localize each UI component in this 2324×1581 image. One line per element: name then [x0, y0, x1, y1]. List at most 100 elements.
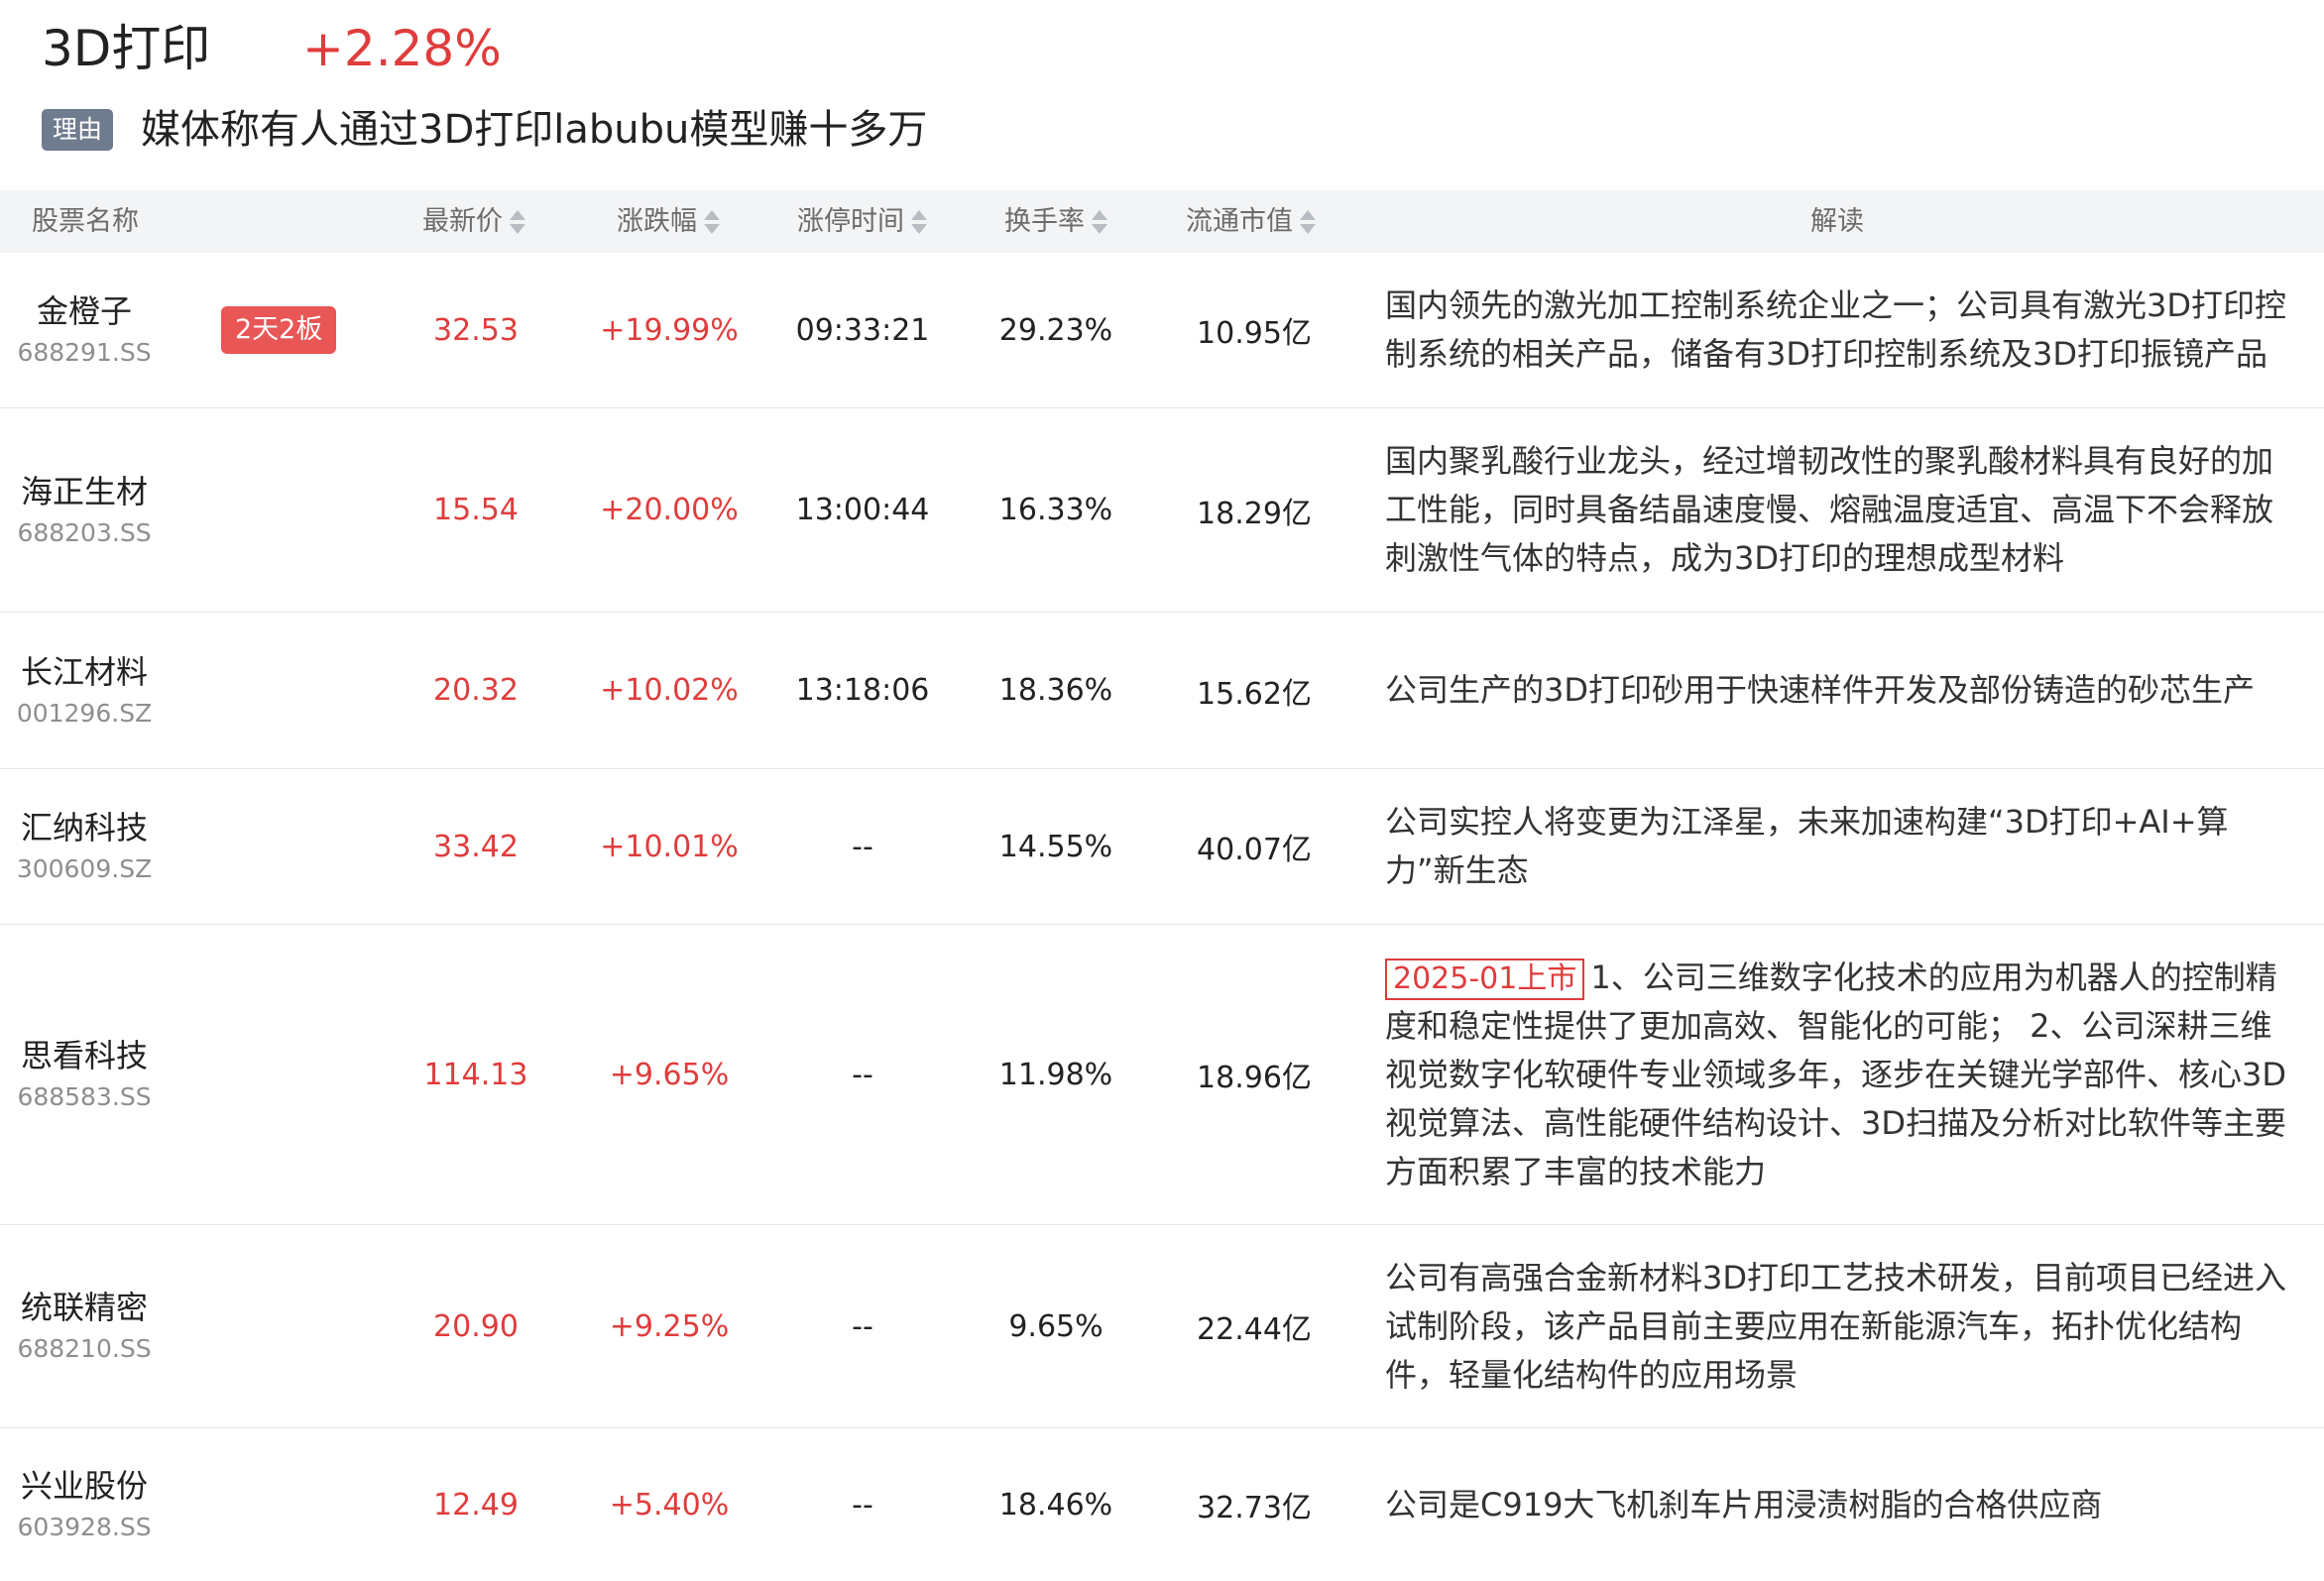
col-header-price-label: 最新价: [422, 206, 503, 237]
limit-time-cell: 13:18:06: [795, 673, 930, 708]
sector-title: 3D打印: [42, 20, 211, 77]
stock-code: 688291.SS: [17, 338, 152, 367]
float-cap-cell: 10.95亿: [1197, 316, 1312, 351]
col-header-price[interactable]: 最新价: [422, 190, 526, 253]
stock-code: 688210.SS: [17, 1334, 152, 1363]
turnover-cell: 18.46%: [998, 1487, 1113, 1523]
change-cell: +20.00%: [600, 493, 739, 527]
col-header-interp-label: 解读: [1810, 206, 1864, 237]
listing-date-tag: 2025-01上市: [1385, 958, 1585, 1000]
change-cell: +9.65%: [609, 1057, 730, 1092]
stock-name[interactable]: 金橙子: [37, 288, 132, 334]
sector-header: 3D打印 +2.28% 理由 媒体称有人通过3D打印labubu模型赚十多万: [0, 0, 2324, 188]
interp-cell: 公司有高强合金新材料3D打印工艺技术研发，目前项目已经进入试制阶段，该产品目前主…: [1385, 1225, 2297, 1427]
price-cell: 12.49: [433, 1487, 519, 1523]
sort-icon[interactable]: [1299, 207, 1317, 237]
col-header-change-label: 涨跌幅: [617, 206, 697, 237]
float-cap-cell: 18.29亿: [1197, 496, 1312, 531]
interp-cell: 公司生产的3D打印砂用于快速样件开发及部份铸造的砂芯生产: [1385, 613, 2297, 768]
col-header-name-label: 股票名称: [32, 206, 139, 237]
stock-code: 001296.SZ: [16, 698, 153, 728]
stock-table: 股票名称 最新价 涨跌幅 涨停时间 换手率 流通市值 解读 金橙子 688291…: [0, 190, 2324, 1581]
float-cap-cell: 18.96亿: [1197, 1061, 1312, 1095]
col-header-turnover[interactable]: 换手率: [1004, 190, 1108, 253]
change-cell: +10.02%: [600, 673, 739, 708]
change-cell: +9.25%: [609, 1308, 730, 1344]
stock-name[interactable]: 长江材料: [21, 649, 148, 695]
stock-code: 603928.SS: [17, 1513, 152, 1541]
sort-icon[interactable]: [703, 207, 721, 237]
limit-time-cell: --: [852, 1487, 873, 1523]
col-header-limit-time-label: 涨停时间: [797, 206, 904, 237]
turnover-cell: 16.33%: [998, 493, 1113, 527]
sort-icon[interactable]: [910, 207, 928, 237]
price-cell: 20.90: [433, 1308, 519, 1344]
change-cell: +10.01%: [600, 829, 739, 864]
interp-text: 2025-01上市 1、公司三维数字化技术的应用为机器人的控制精度和稳定性提供了更…: [1385, 954, 2297, 1196]
turnover-cell: 18.36%: [998, 673, 1113, 708]
limit-time-cell: --: [852, 829, 873, 864]
stock-code: 688203.SS: [17, 517, 152, 547]
stock-name-cell[interactable]: 汇纳科技 300609.SZ: [16, 769, 153, 924]
interp-text: 公司实控人将变更为江泽星，未来加速构建“3D打印+AI+算力”新生态: [1385, 803, 2229, 889]
limit-time-cell: 13:00:44: [795, 493, 930, 527]
col-header-name: 股票名称: [32, 190, 139, 253]
stock-name-cell[interactable]: 长江材料 001296.SZ: [16, 613, 153, 768]
col-header-interp: 解读: [1810, 190, 1864, 253]
change-cell: +5.40%: [609, 1487, 730, 1523]
turnover-cell: 11.98%: [998, 1057, 1113, 1092]
stock-name-cell[interactable]: 兴业股份 603928.SS: [17, 1428, 152, 1581]
turnover-cell: 14.55%: [998, 829, 1113, 864]
table-row[interactable]: 统联精密 688210.SS 20.90 +9.25% -- 9.65% 22.…: [0, 1225, 2324, 1428]
stock-code: 300609.SZ: [16, 854, 153, 883]
float-cap-cell: 32.73亿: [1197, 1491, 1312, 1525]
sector-change: +2.28%: [302, 20, 502, 77]
stock-code: 688583.SS: [17, 1082, 152, 1111]
price-cell: 20.32: [433, 673, 519, 708]
interp-text: 国内聚乳酸行业龙头，经过增韧改性的聚乳酸材料具有良好的加工性能，同时具备结晶速度…: [1385, 442, 2274, 577]
interp-cell: 国内领先的激光加工控制系统企业之一；公司具有激光3D打印控制系统的相关产品，储备…: [1385, 253, 2297, 407]
col-header-change[interactable]: 涨跌幅: [617, 190, 721, 253]
table-row[interactable]: 兴业股份 603928.SS 12.49 +5.40% -- 18.46% 32…: [0, 1428, 2324, 1581]
price-cell: 15.54: [433, 493, 519, 527]
float-cap-cell: 22.44亿: [1197, 1312, 1312, 1347]
float-cap-cell: 40.07亿: [1197, 833, 1312, 867]
interp-cell: 国内聚乳酸行业龙头，经过增韧改性的聚乳酸材料具有良好的加工性能，同时具备结晶速度…: [1385, 408, 2297, 612]
interp-cell: 2025-01上市 1、公司三维数字化技术的应用为机器人的控制精度和稳定性提供了更…: [1385, 925, 2297, 1224]
limit-time-cell: --: [852, 1308, 873, 1344]
float-cap-cell: 15.62亿: [1197, 676, 1312, 712]
table-row[interactable]: 长江材料 001296.SZ 20.32 +10.02% 13:18:06 18…: [0, 613, 2324, 769]
turnover-cell: 9.65%: [1008, 1308, 1104, 1344]
reason-badge: 理由: [42, 109, 113, 151]
sort-icon[interactable]: [509, 207, 526, 237]
interp-cell: 公司实控人将变更为江泽星，未来加速构建“3D打印+AI+算力”新生态: [1385, 769, 2297, 924]
interp-text: 公司是C919大飞机刹车片用浸渍树脂的合格供应商: [1385, 1485, 2103, 1524]
stock-name[interactable]: 海正生材: [21, 469, 148, 514]
reason-text: 媒体称有人通过3D打印labubu模型赚十多万: [141, 107, 928, 153]
stock-name[interactable]: 统联精密: [21, 1285, 148, 1330]
interp-text: 公司生产的3D打印砂用于快速样件开发及部份铸造的砂芯生产: [1385, 671, 2256, 709]
limit-streak-badge: 2天2板: [221, 306, 337, 354]
change-cell: +19.99%: [600, 312, 739, 348]
interp-cell: 公司是C919大飞机刹车片用浸渍树脂的合格供应商: [1385, 1428, 2297, 1581]
col-header-limit-time[interactable]: 涨停时间: [797, 190, 928, 253]
table-header: 股票名称 最新价 涨跌幅 涨停时间 换手率 流通市值 解读: [0, 190, 2324, 253]
price-cell: 32.53: [433, 312, 519, 348]
stock-name-cell[interactable]: 统联精密 688210.SS: [17, 1225, 152, 1427]
stock-name-cell[interactable]: 思看科技 688583.SS: [17, 925, 152, 1224]
table-row[interactable]: 汇纳科技 300609.SZ 33.42 +10.01% -- 14.55% 4…: [0, 769, 2324, 925]
table-row[interactable]: 思看科技 688583.SS 114.13 +9.65% -- 11.98% 1…: [0, 925, 2324, 1225]
sort-icon[interactable]: [1091, 207, 1108, 237]
interp-text: 国内领先的激光加工控制系统企业之一；公司具有激光3D打印控制系统的相关产品，储备…: [1385, 286, 2287, 373]
stock-name[interactable]: 兴业股份: [21, 1463, 148, 1509]
col-header-float-cap[interactable]: 流通市值: [1186, 190, 1317, 253]
stock-name-cell[interactable]: 海正生材 688203.SS: [17, 408, 152, 612]
stock-name-cell[interactable]: 金橙子 688291.SS: [17, 253, 152, 407]
stock-name[interactable]: 汇纳科技: [21, 805, 148, 850]
limit-time-cell: --: [852, 1057, 873, 1092]
stock-name[interactable]: 思看科技: [21, 1033, 148, 1078]
price-cell: 33.42: [433, 829, 519, 864]
table-row[interactable]: 海正生材 688203.SS 15.54 +20.00% 13:00:44 16…: [0, 408, 2324, 613]
price-cell: 114.13: [423, 1057, 528, 1092]
table-row[interactable]: 金橙子 688291.SS 2天2板 32.53 +19.99% 09:33:2…: [0, 253, 2324, 408]
